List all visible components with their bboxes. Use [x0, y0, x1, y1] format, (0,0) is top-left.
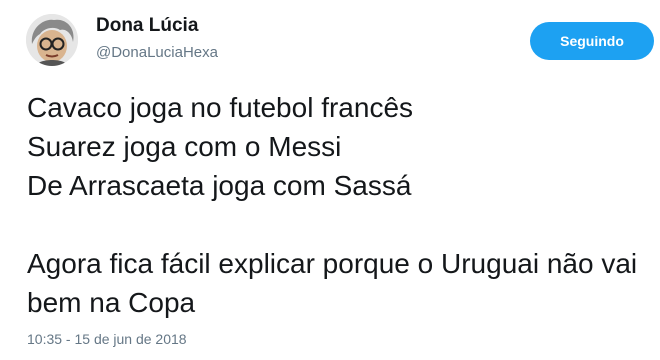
- tweet-line: Cavaco joga no futebol francês: [27, 92, 414, 123]
- tweet-line: De Arrascaeta joga com Sassá: [27, 170, 412, 201]
- display-name[interactable]: Dona Lúcia: [96, 15, 198, 37]
- avatar[interactable]: [26, 14, 78, 66]
- tweet-timestamp[interactable]: 10:35 - 15 de jun de 2018: [27, 331, 187, 347]
- tweet-paragraph-break: [27, 205, 660, 244]
- tweet-text: Cavaco joga no futebol francês Suarez jo…: [27, 88, 660, 322]
- tweet-line: Suarez joga com o Messi: [27, 131, 342, 162]
- following-button[interactable]: Seguindo: [530, 22, 654, 60]
- tweet-line: Agora fica fácil explicar porque o Urugu…: [27, 248, 638, 318]
- user-handle[interactable]: @DonaLuciaHexa: [96, 44, 218, 61]
